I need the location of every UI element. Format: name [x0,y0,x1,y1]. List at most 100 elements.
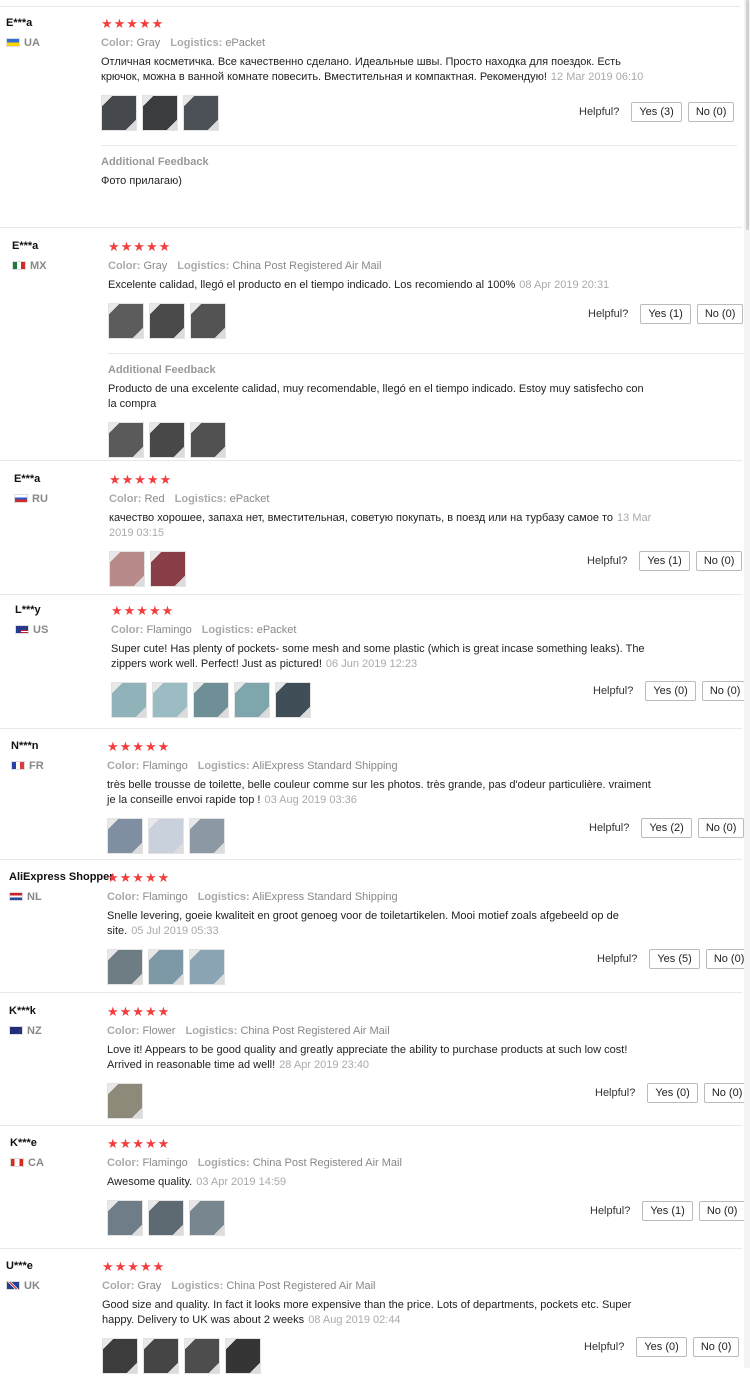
review-photo-thumbnail[interactable] [183,95,219,131]
color-value: Flamingo [142,760,188,772]
helpful-yes-button[interactable]: Yes (3) [631,102,682,122]
helpful-yes-button[interactable]: Yes (0) [645,681,696,701]
star-rating: ★★★★★ [102,1259,166,1274]
helpful-controls: Helpful? Yes (1) No (0) [587,551,743,571]
helpful-yes-button[interactable]: Yes (1) [640,304,691,324]
additional-feedback-divider [108,353,744,354]
review-meta: Color: Gray Logistics: China Post Registe… [108,260,668,272]
review-photo-thumbnail[interactable] [149,303,185,339]
helpful-no-button[interactable]: No (0) [701,681,749,701]
review-photo-thumbnail[interactable] [193,682,229,718]
review-photo-thumbnail[interactable] [225,1338,261,1374]
helpful-no-button[interactable]: No (0) [698,1201,746,1221]
helpful-label: Helpful? [579,106,620,118]
color-label: Color: [101,37,134,49]
review-photo-thumbnail[interactable] [143,1338,179,1374]
reviewer-country: FR [11,760,44,772]
star-rating: ★★★★★ [101,16,165,31]
review-photo-thumbnail[interactable] [109,551,145,587]
star-rating: ★★★★★ [109,472,173,487]
review-date: 05 Jul 2019 05:33 [131,925,219,937]
helpful-yes-button[interactable]: Yes (0) [636,1337,687,1357]
star-rating: ★★★★★ [107,739,171,754]
review-text: très belle trousse de toilette, belle co… [107,778,652,808]
review-body: ★★★★★ Color: Gray Logistics: China Post Re… [108,240,744,462]
review-body: ★★★★★ Color: Red Logistics: ePacket качеств… [109,473,669,591]
review-photo-thumbnail[interactable] [101,95,137,131]
review-divider [0,1125,742,1126]
helpful-controls: Helpful? Yes (5) No (0) [597,949,750,969]
review-item: L***y US ★★★★★ Color: Flamingo Logistics: eP… [0,596,749,729]
review-photo-thumbnail[interactable] [149,422,185,458]
review-meta: Color: Flamingo Logistics: China Post Reg… [107,1157,667,1169]
review-photo-thumbnail[interactable] [150,551,186,587]
review-photo-thumbnail[interactable] [152,682,188,718]
review-photo-thumbnail[interactable] [275,682,311,718]
helpful-no-button[interactable]: No (0) [692,1337,740,1357]
helpful-label: Helpful? [593,685,634,697]
helpful-label: Helpful? [584,1341,625,1353]
helpful-controls: Helpful? Yes (1) No (0) [590,1201,746,1221]
logistics-value: ePacket [256,624,297,636]
color-label: Color: [109,493,142,505]
review-date: 08 Aug 2019 02:44 [308,1314,401,1326]
review-photo-thumbnail[interactable] [107,949,143,985]
review-text: Отличная косметичка. Все качественно сде… [101,55,646,85]
color-label: Color: [108,260,141,272]
flag-icon [9,1026,23,1035]
review-photo-thumbnail[interactable] [107,1083,143,1119]
review-item: U***e UK ★★★★★ Color: Gray Logistics: China … [0,1250,748,1374]
review-meta: Color: Flamingo Logistics: AliExpress Sta… [107,891,667,903]
reviewer-country: RU [14,493,48,505]
helpful-no-button[interactable]: No (0) [697,818,745,838]
helpful-controls: Helpful? Yes (0) No (0) [595,1083,750,1103]
helpful-no-button[interactable]: No (0) [695,551,743,571]
helpful-yes-button[interactable]: Yes (0) [647,1083,698,1103]
review-comment: très belle trousse de toilette, belle co… [107,779,651,806]
helpful-yes-button[interactable]: Yes (5) [649,949,700,969]
review-photo-thumbnail[interactable] [107,818,143,854]
color-label: Color: [107,891,140,903]
star-rating: ★★★★★ [107,1136,171,1151]
review-photo-thumbnail[interactable] [107,1200,143,1236]
review-photo-thumbnail[interactable] [190,303,226,339]
review-item: E***a MX ★★★★★ Color: Gray Logistics: China … [0,229,748,461]
review-photo-thumbnail[interactable] [108,303,144,339]
helpful-yes-button[interactable]: Yes (1) [639,551,690,571]
review-photo-thumbnail[interactable] [184,1338,220,1374]
reviewer-name: E***a [6,17,33,29]
review-photo-thumbnail[interactable] [111,682,147,718]
review-photo-thumbnail[interactable] [148,818,184,854]
review-photo-thumbnail[interactable] [189,818,225,854]
review-photo-thumbnail[interactable] [234,682,270,718]
review-comment: Excelente calidad, llegó el producto en … [108,279,516,291]
helpful-controls: Helpful? Yes (0) No (0) [593,681,749,701]
review-photo-thumbnail[interactable] [108,422,144,458]
helpful-yes-button[interactable]: Yes (1) [642,1201,693,1221]
review-text: качество хорошее, запаха нет, вместитель… [109,511,654,541]
logistics-value: China Post Registered Air Mail [232,260,382,272]
review-photo-thumbnail[interactable] [102,1338,138,1374]
review-meta: Color: Flamingo Logistics: ePacket [111,624,671,636]
scrollbar[interactable] [744,0,750,1368]
reviewer-country: NZ [9,1025,42,1037]
scrollbar-thumb[interactable] [746,0,749,230]
reviewer-country: NL [9,891,42,903]
review-photo-thumbnail[interactable] [148,949,184,985]
review-text: Super cute! Has plenty of pockets- some … [111,642,656,672]
review-divider [0,728,742,729]
flag-icon [15,625,29,634]
review-photo-thumbnail[interactable] [190,422,226,458]
review-photo-thumbnail[interactable] [189,1200,225,1236]
helpful-controls: Helpful? Yes (2) No (0) [589,818,745,838]
review-photo-thumbnail[interactable] [189,949,225,985]
review-photo-thumbnail[interactable] [142,95,178,131]
helpful-no-button[interactable]: No (0) [696,304,744,324]
helpful-yes-button[interactable]: Yes (2) [641,818,692,838]
review-photo-thumbnail[interactable] [148,1200,184,1236]
additional-feedback-photos [108,422,668,462]
helpful-no-button[interactable]: No (0) [687,102,735,122]
review-comment: Awesome quality. [107,1176,193,1188]
review-item: K***e CA ★★★★★ Color: Flamingo Logistics: Ch… [0,1127,748,1249]
review-divider [0,992,742,993]
